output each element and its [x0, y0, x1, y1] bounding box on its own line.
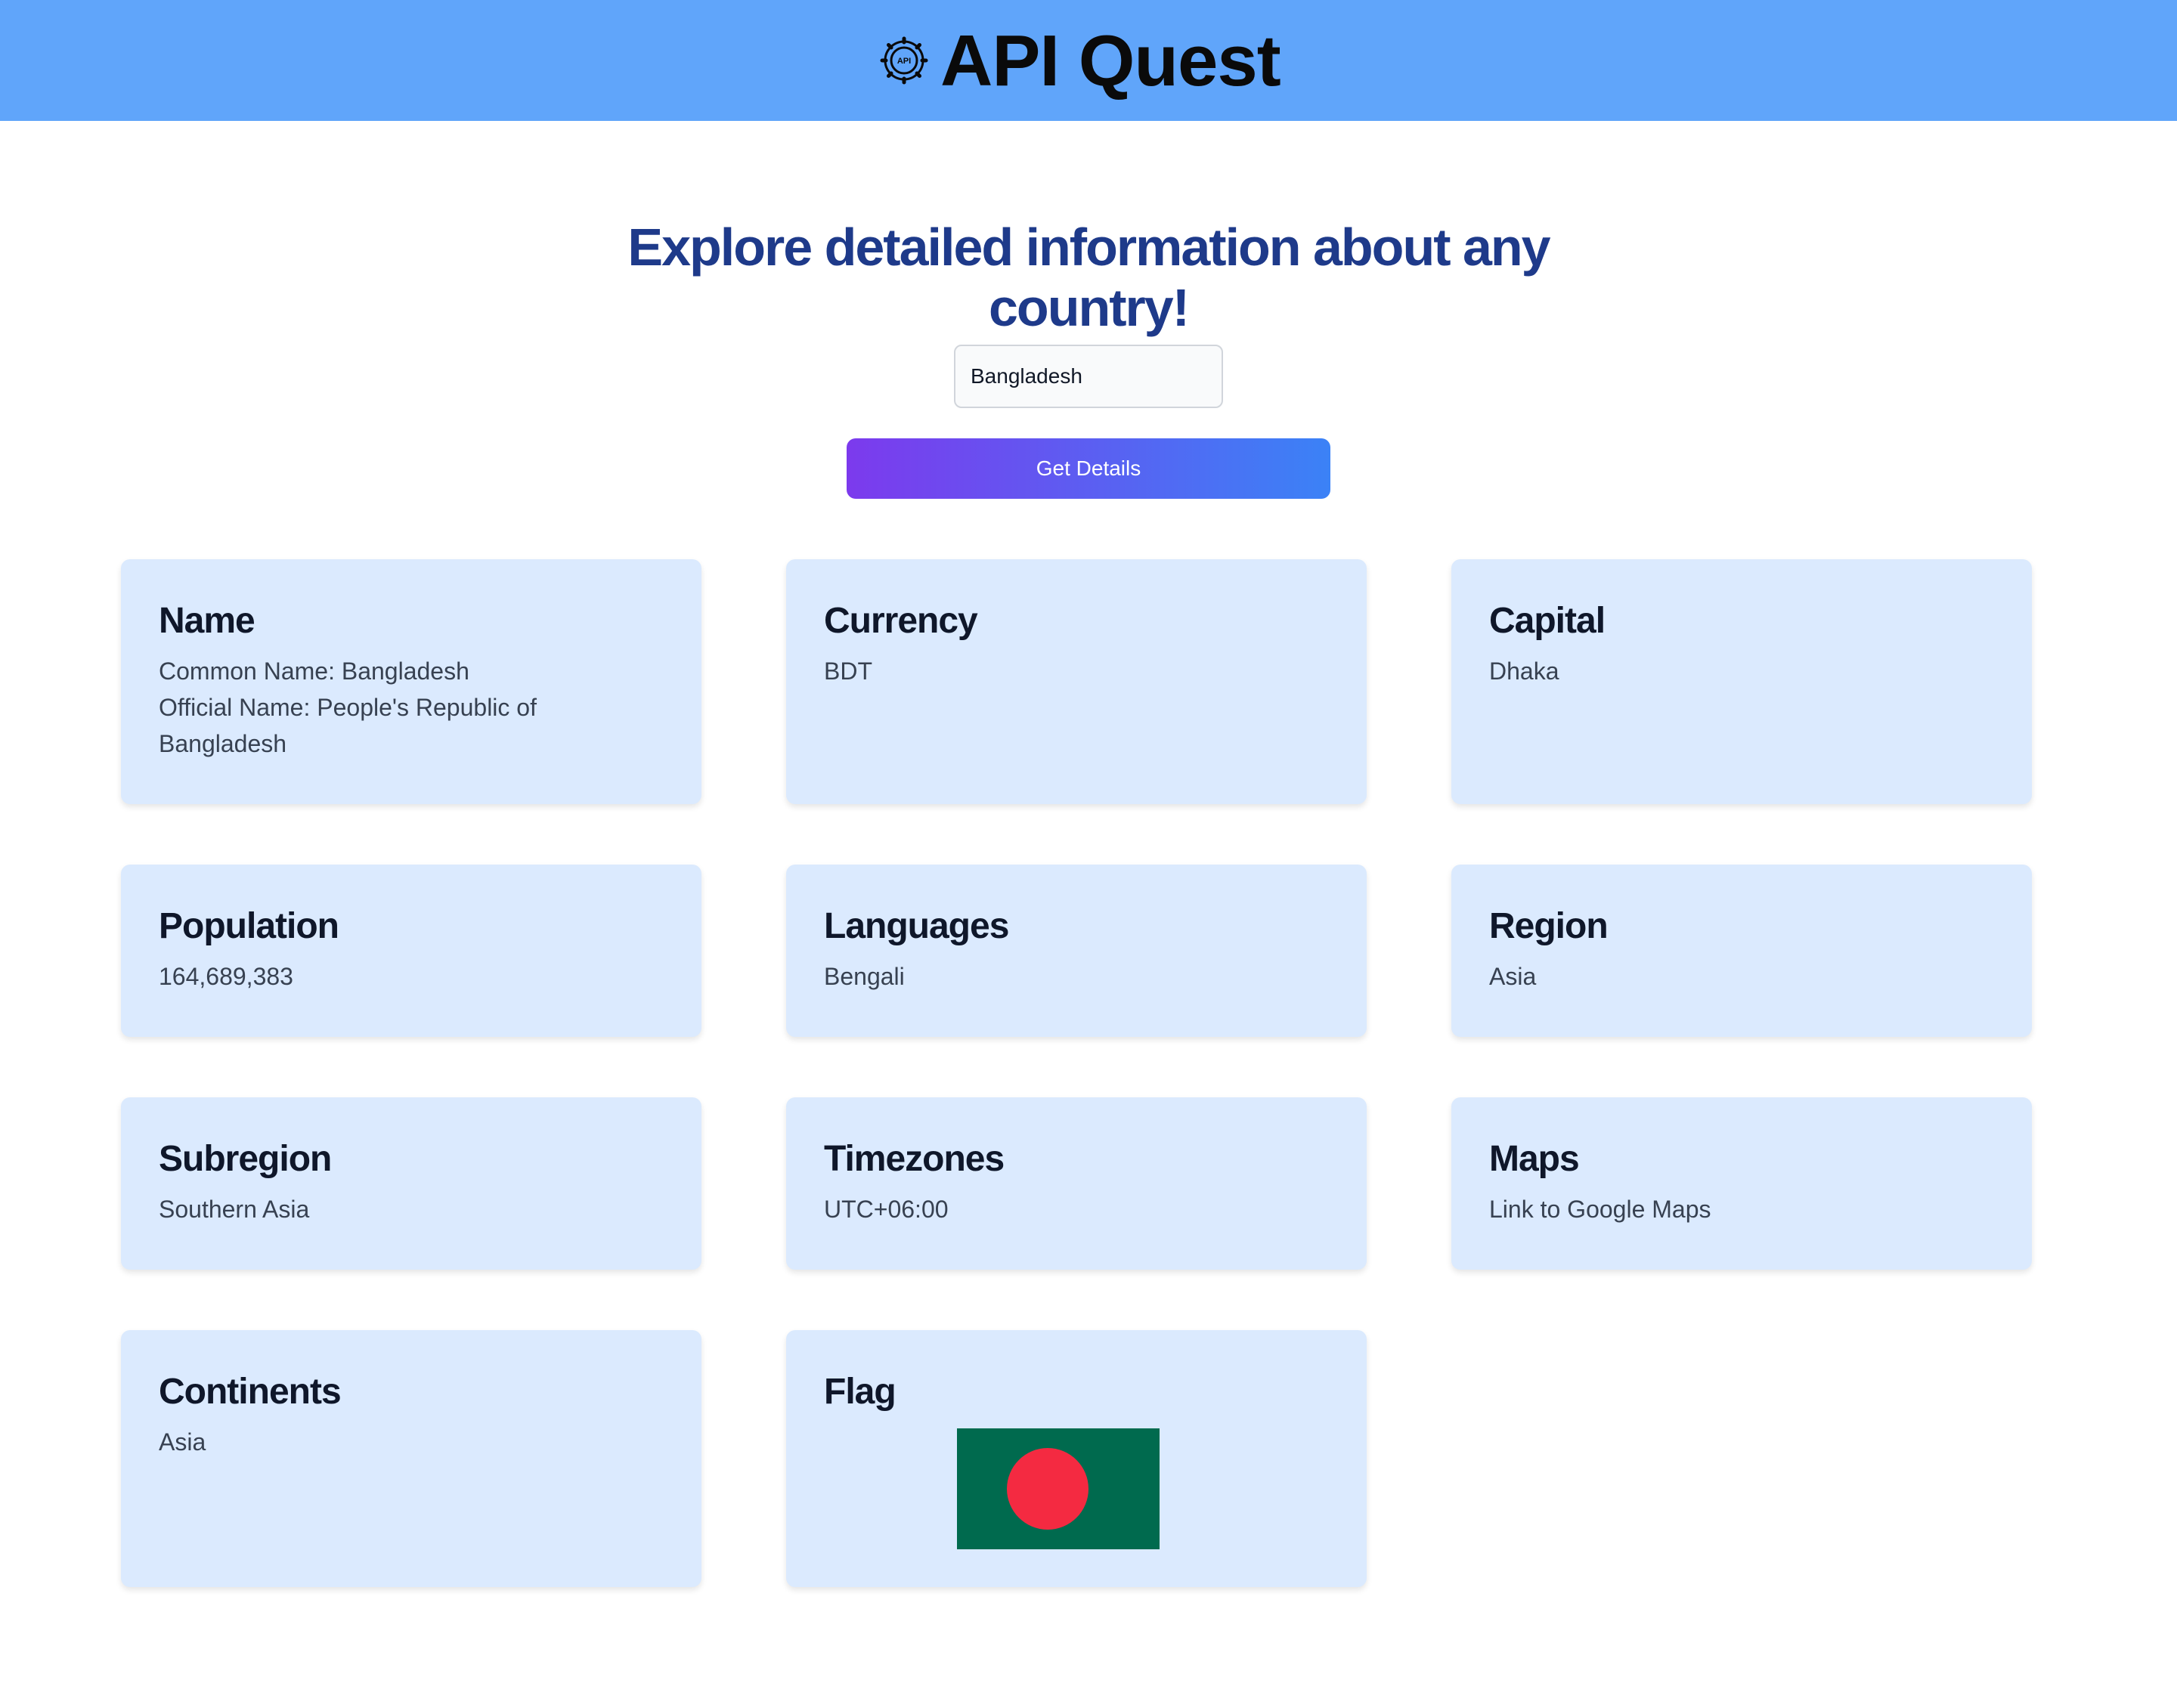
capital-value: Dhaka: [1489, 658, 1559, 685]
currency-value: BDT: [824, 658, 872, 685]
population-value: 164,689,383: [159, 963, 293, 990]
flag-red-disc: [1007, 1448, 1088, 1530]
region-value: Asia: [1489, 963, 1537, 990]
card-title-population: Population: [159, 906, 339, 946]
bangladesh-flag-image: [957, 1428, 1160, 1549]
flag-card: Flag: [786, 1330, 1367, 1587]
currency-card: Currency BDT: [786, 559, 1367, 804]
get-details-button[interactable]: Get Details: [847, 438, 1330, 499]
region-card: Region Asia: [1451, 865, 2032, 1037]
subregion-card: Subregion Southern Asia: [121, 1097, 701, 1270]
card-title-languages: Languages: [824, 906, 1009, 946]
card-title-currency: Currency: [824, 601, 978, 641]
api-gear-icon: API: [880, 36, 928, 85]
languages-card: Languages Bengali: [786, 865, 1367, 1037]
country-search-input[interactable]: [954, 345, 1223, 408]
card-title-region: Region: [1489, 906, 1609, 946]
continents-card: Continents Asia: [121, 1330, 701, 1587]
card-title-capital: Capital: [1489, 601, 1606, 641]
official-name-text: Official Name: People's Republic of Bang…: [159, 694, 537, 757]
timezones-card: Timezones UTC+06:00: [786, 1097, 1367, 1270]
common-name-text: Common Name: Bangladesh: [159, 658, 469, 685]
population-card: Population 164,689,383: [121, 865, 701, 1037]
card-title-maps: Maps: [1489, 1139, 1580, 1179]
timezones-value: UTC+06:00: [824, 1196, 949, 1223]
name-card: Name Common Name: Bangladesh Official Na…: [121, 559, 701, 804]
page-headline: Explore detailed information about any c…: [627, 217, 1550, 337]
maps-card: Maps Link to Google Maps: [1451, 1097, 2032, 1270]
card-title-name: Name: [159, 601, 255, 641]
google-maps-link[interactable]: Link to Google Maps: [1489, 1196, 1711, 1223]
app-title: API Quest: [940, 20, 1281, 101]
card-title-timezones: Timezones: [824, 1139, 1005, 1179]
card-title-continents: Continents: [159, 1372, 342, 1412]
capital-card: Capital Dhaka: [1451, 559, 2032, 804]
subregion-value: Southern Asia: [159, 1196, 310, 1223]
languages-value: Bengali: [824, 963, 905, 990]
card-title-subregion: Subregion: [159, 1139, 332, 1179]
card-title-flag: Flag: [824, 1372, 897, 1412]
app-header: API API Quest: [0, 0, 2177, 121]
logo-text: API: [897, 57, 911, 66]
continents-value: Asia: [159, 1428, 206, 1456]
